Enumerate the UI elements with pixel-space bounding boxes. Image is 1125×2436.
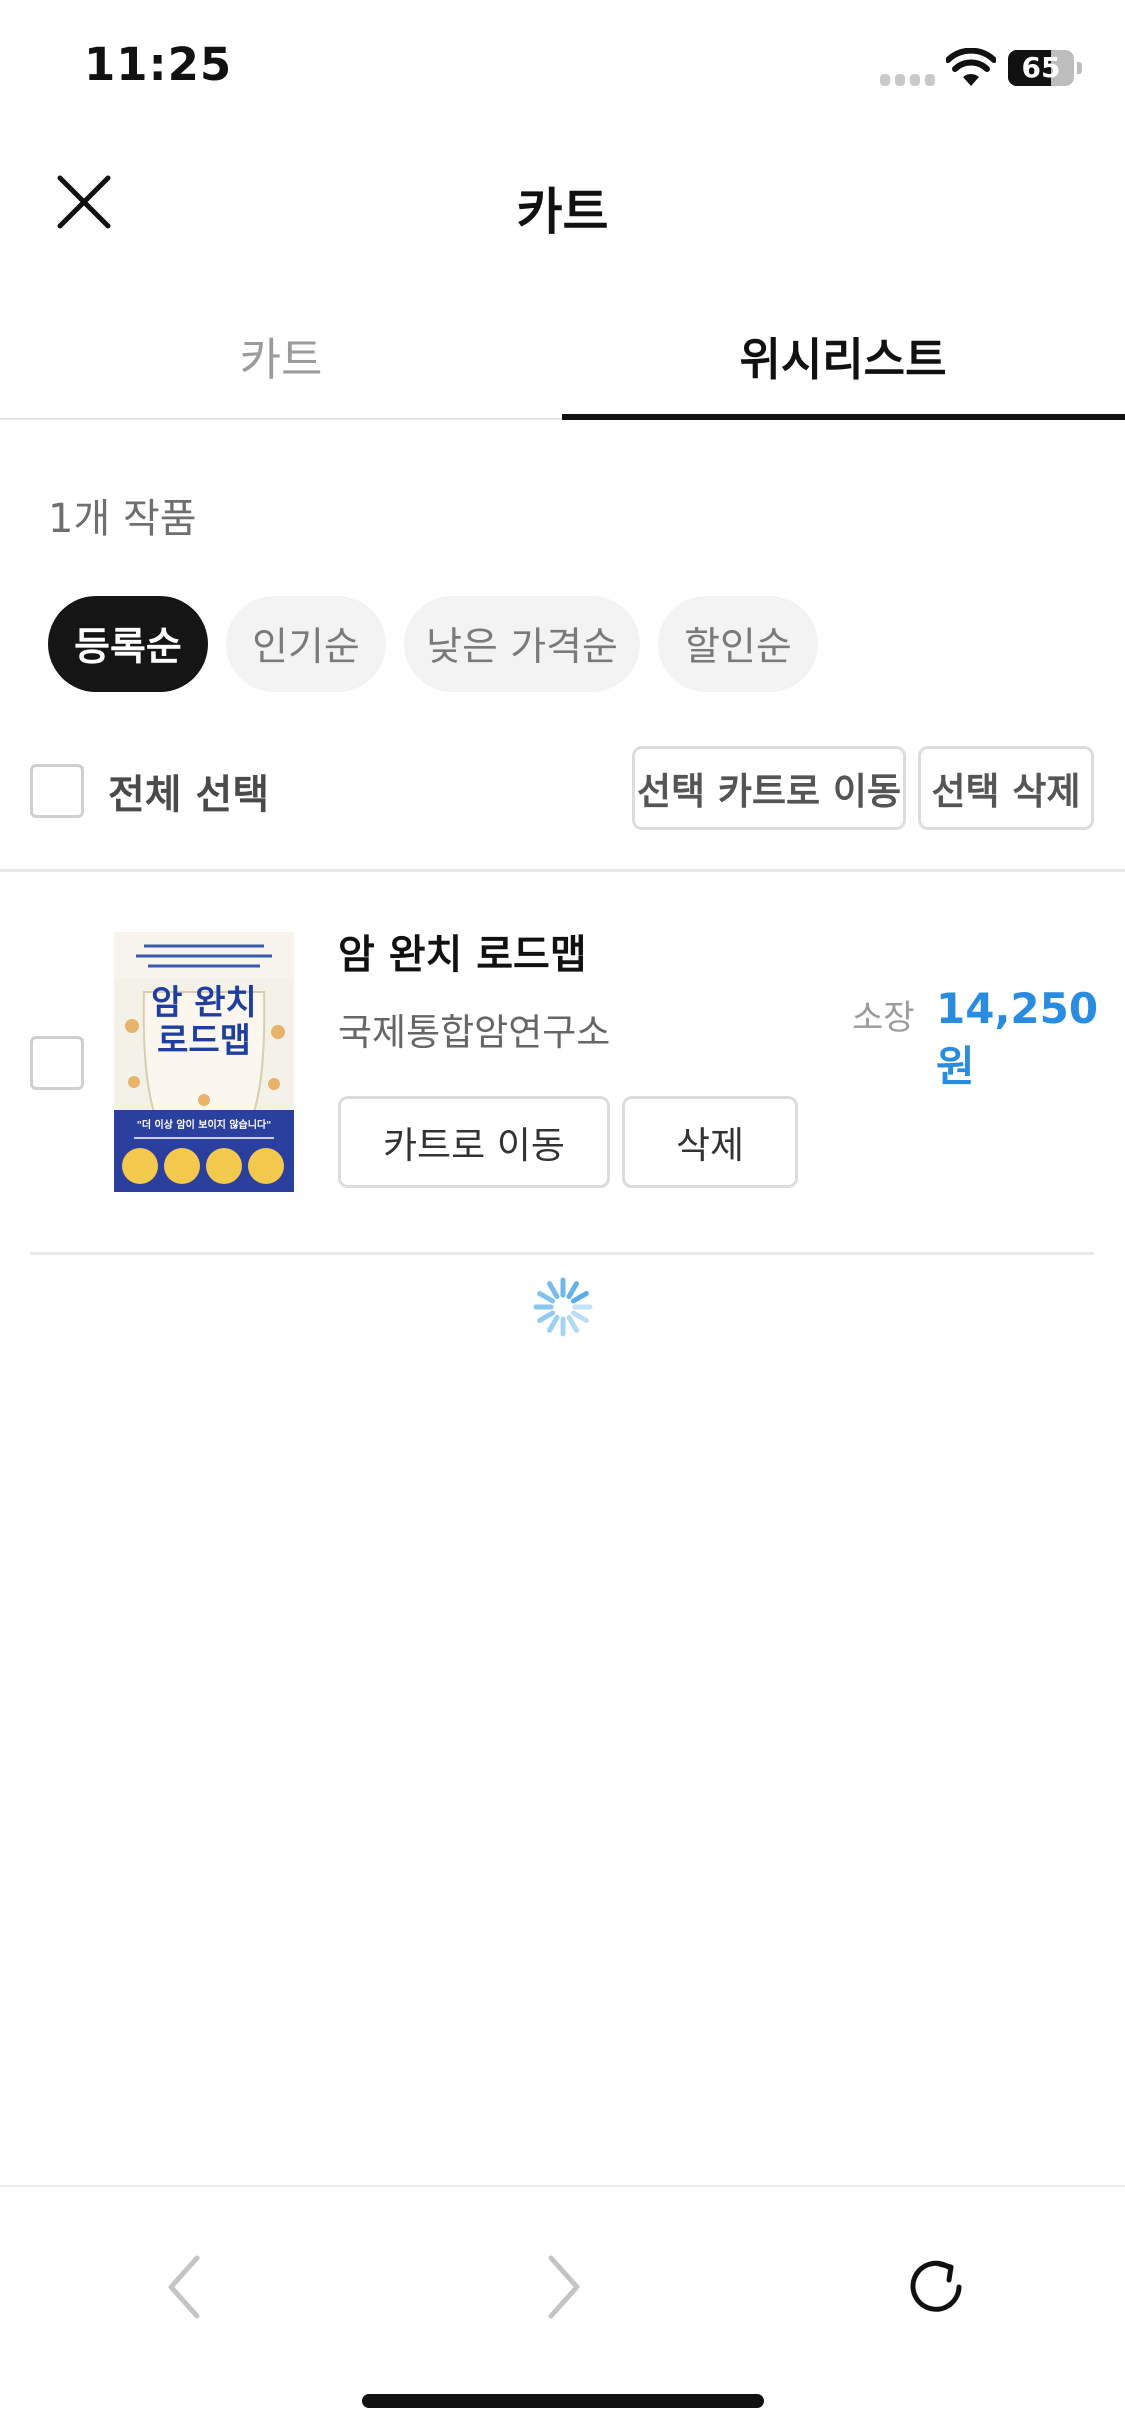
cellular-signal-icon bbox=[880, 72, 936, 86]
divider bbox=[0, 869, 1125, 872]
spinner-spoke bbox=[566, 1281, 579, 1300]
battery-icon: 65 bbox=[1008, 50, 1082, 86]
tab-wishlist[interactable]: 위시리스트 bbox=[562, 290, 1124, 420]
back-button[interactable] bbox=[134, 2237, 234, 2337]
item-checkbox[interactable] bbox=[30, 1036, 84, 1090]
delete-item-button[interactable]: 삭제 bbox=[622, 1096, 798, 1188]
active-tab-indicator bbox=[562, 414, 1125, 420]
spinner-spoke bbox=[570, 1310, 589, 1323]
item-price: 14,250원 bbox=[936, 984, 1099, 1091]
delete-selected-button[interactable]: 선택 삭제 bbox=[918, 746, 1094, 830]
spinner-spoke bbox=[566, 1314, 579, 1333]
sort-chip-discount[interactable]: 할인순 bbox=[658, 596, 818, 692]
sort-chip-registered[interactable]: 등록순 bbox=[48, 596, 208, 692]
chevron-left-icon bbox=[168, 2255, 200, 2319]
item-divider bbox=[30, 1252, 1094, 1255]
spinner-spoke bbox=[547, 1281, 560, 1300]
chevron-right-icon bbox=[548, 2255, 580, 2319]
tab-bar: 카트 위시리스트 bbox=[0, 290, 1125, 420]
wifi-icon bbox=[945, 47, 997, 88]
spinner-spoke bbox=[570, 1291, 589, 1304]
battery-percent: 65 bbox=[1021, 51, 1061, 84]
book-cover-title-line-2: 로드맵 bbox=[157, 1021, 251, 1061]
page-title: 카트 bbox=[516, 183, 609, 241]
reload-button[interactable] bbox=[886, 2237, 986, 2337]
book-cover-title-line-1: 암 완치 bbox=[151, 983, 257, 1023]
item-count: 1개 작품 bbox=[48, 496, 197, 542]
item-title[interactable]: 암 완치 로드맵 bbox=[338, 922, 587, 980]
home-indicator bbox=[362, 2394, 764, 2408]
forward-button[interactable] bbox=[514, 2237, 614, 2337]
spinner-spoke bbox=[547, 1314, 560, 1333]
book-cover-image[interactable]: 암 완치 로드맵 "더 이상 암이 보이지 않습니다" bbox=[114, 932, 294, 1192]
loading-spinner-icon bbox=[532, 1276, 594, 1338]
move-to-cart-button[interactable]: 카트로 이동 bbox=[338, 1096, 610, 1188]
price-type-label: 소장 bbox=[852, 998, 915, 1038]
status-time: 11:25 bbox=[84, 38, 233, 91]
select-all-checkbox[interactable] bbox=[30, 764, 84, 818]
move-selected-to-cart-button[interactable]: 선택 카트로 이동 bbox=[632, 746, 906, 830]
tab-cart[interactable]: 카트 bbox=[0, 290, 562, 420]
reload-icon bbox=[910, 2260, 962, 2312]
sort-chip-popular[interactable]: 인기순 bbox=[226, 596, 386, 692]
select-all-label: 전체 선택 bbox=[108, 772, 270, 818]
spinner-spoke bbox=[537, 1310, 556, 1323]
book-cover-banner: "더 이상 암이 보이지 않습니다" bbox=[137, 1118, 272, 1131]
sort-chip-low-price[interactable]: 낮은 가격순 bbox=[404, 596, 640, 692]
status-bar: 11:25 65 bbox=[0, 0, 1125, 140]
spinner-spoke bbox=[537, 1291, 556, 1304]
item-author: 국제통합암연구소 bbox=[338, 1011, 611, 1054]
